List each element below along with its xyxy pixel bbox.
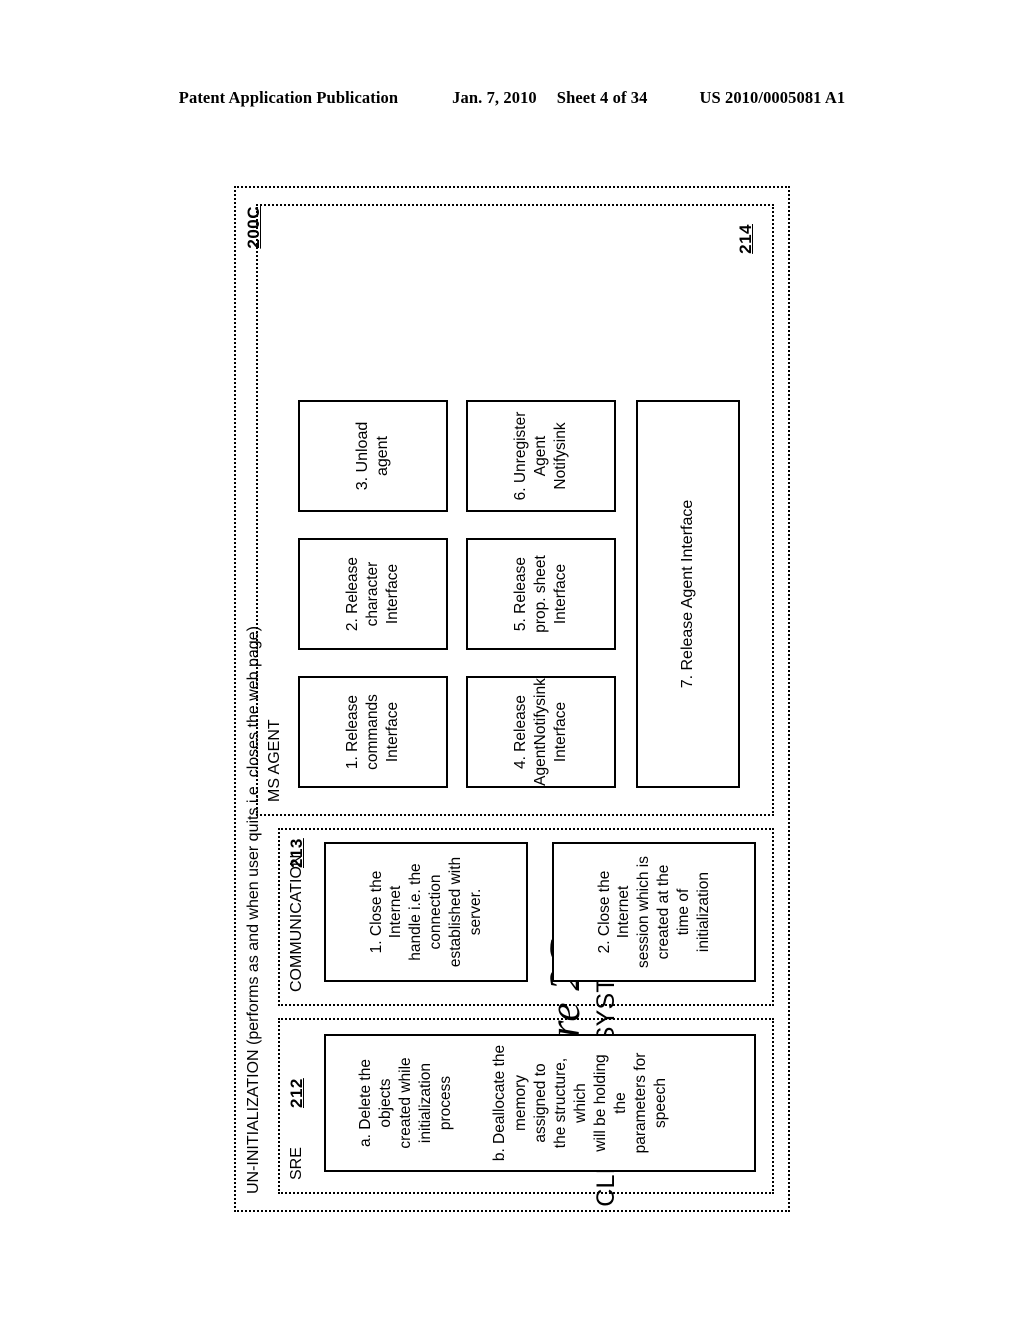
node-release-commands-interface: 1. Release commands Interface bbox=[298, 676, 448, 788]
panel-communication: COMMUNICATION 213 1. Close the Internet … bbox=[278, 828, 774, 1006]
sheet-number: Sheet 4 of 34 bbox=[556, 88, 648, 107]
patent-number: US 2010/0005081 A1 bbox=[699, 88, 846, 107]
node-release-character-interface: 2. Release character Interface bbox=[298, 538, 448, 650]
node-close-internet-session: 2. Close the Internet session which is c… bbox=[552, 842, 756, 982]
node-close-internet-handle: 1. Close the Internet handle i.e. the co… bbox=[324, 842, 528, 982]
node-sre-item-a: a. Delete the objects created while init… bbox=[356, 1057, 455, 1149]
publication-header: Patent Application Publication Jan. 7, 2… bbox=[0, 88, 1024, 108]
node-sre-deallocation: a. Delete the objects created while init… bbox=[324, 1034, 756, 1172]
panel-communication-label: COMMUNICATION bbox=[288, 854, 305, 992]
node-unload-agent: 3. Unload agent bbox=[298, 400, 448, 512]
node-unregister-agent-notifysink: 6. Unregister Agent Notifysink bbox=[466, 400, 616, 512]
figure-drawing: Figure 2C CLIENT-SIDE SYSTEM LOGIC UN-IN… bbox=[212, 170, 812, 1230]
panel-sre: SRE 212 a. Delete the objects created wh… bbox=[278, 1018, 774, 1194]
panel-sre-label: SRE bbox=[288, 1147, 305, 1180]
panel-ms-agent-label: MS AGENT bbox=[266, 719, 283, 802]
node-release-agentnotifysink-interface: 4. Release AgentNotifysink Interface bbox=[466, 676, 616, 788]
node-sre-item-b: b. Deallocate the memory assigned to the… bbox=[491, 1044, 670, 1162]
node-release-agent-interface: 7. Release Agent Interface bbox=[636, 400, 740, 788]
reference-numeral-213: 213 bbox=[287, 838, 306, 868]
un-initialization-container: UN-INITIALIZATION (performs as and when … bbox=[234, 186, 790, 1212]
publication-label: Patent Application Publication bbox=[178, 88, 399, 107]
reference-numeral-214: 214 bbox=[736, 224, 755, 254]
panel-ms-agent: MS AGENT 214 1. Release commands Interfa… bbox=[256, 204, 774, 816]
publication-date: Jan. 7, 2010 bbox=[452, 88, 537, 107]
reference-numeral-212: 212 bbox=[287, 1078, 306, 1108]
node-release-prop-sheet-interface: 5. Release prop. sheet Interface bbox=[466, 538, 616, 650]
